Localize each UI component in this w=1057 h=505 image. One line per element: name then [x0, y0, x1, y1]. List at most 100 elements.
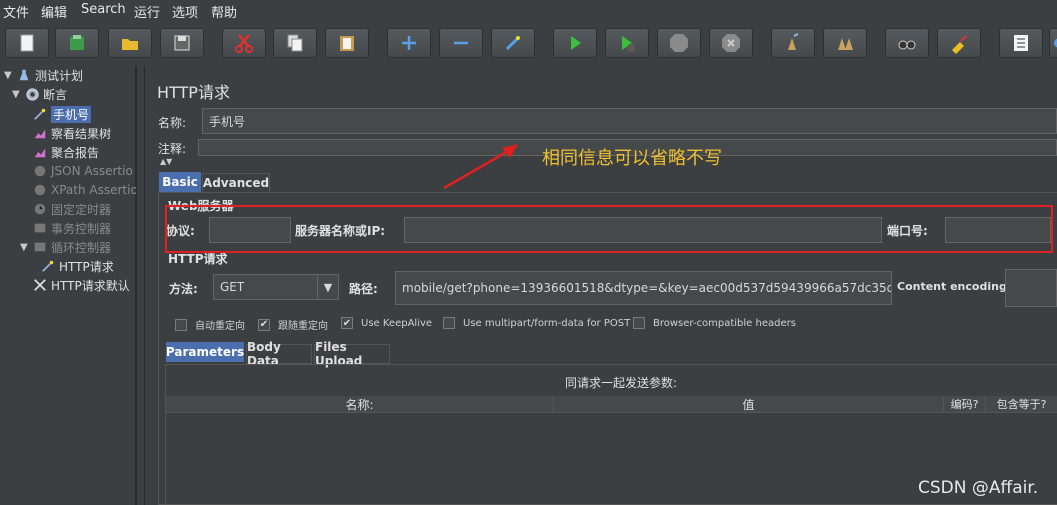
comment-label: 注释: — [158, 142, 187, 156]
tab-advanced[interactable]: Advanced — [202, 173, 270, 193]
stop-icon — [670, 34, 688, 52]
reset-search-icon — [952, 35, 967, 54]
tree-item-label: 察看结果树 — [51, 126, 112, 141]
name-input[interactable]: 手机号 — [202, 108, 1057, 134]
encoding-input[interactable] — [1005, 269, 1057, 307]
menu-edit[interactable]: 编辑 — [41, 2, 67, 21]
new-icon — [20, 34, 34, 52]
test-plan-tree: ▼ 测试计划 ▼ 断言 手机号 察看结果树 聚合报告 JSON Assertio… — [0, 66, 138, 505]
column-header-value[interactable]: 值 — [554, 396, 944, 412]
tab-files-upload[interactable]: Files Upload — [314, 340, 390, 368]
tree-item-test-plan[interactable]: 测试计划 — [16, 66, 83, 84]
menu-help[interactable]: 帮助 — [211, 2, 237, 21]
params-caption: 同请求一起发送参数: — [564, 376, 678, 390]
path-input[interactable]: mobile/get?phone=13936601518&dtype=&key=… — [395, 271, 892, 305]
collapse-icon — [454, 41, 468, 45]
menu-file[interactable]: 文件 — [3, 2, 29, 21]
check-icon: ✔ — [258, 318, 270, 331]
function-helper-button[interactable] — [999, 28, 1043, 58]
highlight-box — [165, 205, 1053, 253]
expand-arrow-icon[interactable]: ▼ — [20, 242, 28, 253]
tree-item-transaction-controller[interactable]: 事务控制器 — [32, 219, 111, 237]
config-icon — [32, 277, 48, 293]
clear-all-button[interactable] — [823, 28, 867, 58]
method-label: 方法: — [169, 282, 198, 296]
page-title: HTTP请求 — [157, 83, 230, 102]
auto-redirect-checkbox[interactable]: 自动重定向 — [175, 317, 245, 332]
assertion-icon — [32, 182, 48, 198]
checkbox-box — [175, 318, 187, 331]
templates-button[interactable] — [55, 28, 99, 58]
start-no-pause-button[interactable] — [605, 28, 649, 58]
clear-button[interactable] — [771, 28, 815, 58]
listener-icon — [32, 144, 48, 160]
listener-icon — [32, 125, 48, 141]
tree-item-label: 测试计划 — [35, 68, 84, 83]
tab-basic[interactable]: Basic — [159, 172, 201, 192]
keepalive-checkbox[interactable]: ✔ Use KeepAlive — [341, 317, 432, 329]
tab-body-data[interactable]: Body Data — [246, 340, 312, 368]
tree-item-label: 固定定时器 — [51, 202, 112, 217]
checkbox-box — [443, 317, 455, 329]
shutdown-icon — [722, 34, 740, 52]
new-button[interactable] — [5, 28, 49, 58]
panel-splitter[interactable] — [136, 66, 145, 505]
reset-search-button[interactable] — [937, 28, 981, 58]
tree-item-label: 手机号 — [51, 105, 92, 123]
tree-item-label: 事务控制器 — [51, 221, 112, 236]
column-header-encode[interactable]: 编码? — [944, 396, 986, 412]
collapse-button[interactable] — [439, 28, 483, 58]
tree-item-aggregate-report[interactable]: 聚合报告 — [32, 143, 99, 161]
annotation-text: 相同信息可以省略不写 — [542, 148, 722, 169]
tree-item-mobile-sampler[interactable]: 手机号 — [32, 105, 92, 123]
tree-item-xpath-assertion[interactable]: XPath Assertio — [32, 181, 138, 199]
tree-item-constant-timer[interactable]: 固定定时器 — [32, 200, 111, 218]
stop-button[interactable] — [657, 28, 701, 58]
menu-run[interactable]: 运行 — [134, 2, 160, 21]
tree-item-label: 循环控制器 — [51, 240, 112, 255]
tree-item-label: 断言 — [43, 87, 68, 102]
expand-arrow-icon[interactable]: ▼ — [4, 70, 12, 81]
save-button[interactable] — [160, 28, 204, 58]
menubar: 文件 编辑 Search 运行 选项 帮助 — [0, 0, 1057, 21]
browser-headers-checkbox[interactable]: Browser-compatible headers — [633, 317, 796, 329]
help-button[interactable] — [1049, 28, 1057, 58]
tree-item-label: HTTP请求默认 — [51, 278, 130, 293]
expand-icon — [402, 36, 416, 50]
search-button[interactable] — [885, 28, 929, 58]
collapse-arrows-icon[interactable]: ▲▼ — [160, 157, 172, 166]
tab-parameters[interactable]: Parameters — [166, 342, 244, 362]
tree-item-view-results[interactable]: 察看结果树 — [32, 124, 111, 142]
start-button[interactable] — [553, 28, 597, 58]
annotation-arrow-icon — [443, 144, 518, 190]
name-label: 名称: — [158, 116, 187, 130]
menu-options[interactable]: 选项 — [172, 2, 198, 21]
copy-button[interactable] — [273, 28, 317, 58]
tree-item-json-assertion[interactable]: JSON Assertio — [32, 162, 133, 180]
test-plan-icon — [16, 67, 32, 83]
column-header-include-equals[interactable]: 包含等于? — [986, 396, 1057, 412]
toggle-button[interactable] — [491, 28, 535, 58]
templates-icon — [70, 35, 84, 50]
start-icon — [571, 36, 581, 50]
multipart-checkbox[interactable]: Use multipart/form-data for POST — [443, 317, 630, 329]
cut-button[interactable] — [222, 28, 266, 58]
thread-group-icon — [24, 86, 40, 102]
expand-arrow-icon[interactable]: ▼ — [12, 89, 20, 100]
menu-search[interactable]: Search — [81, 2, 126, 17]
tree-item-label: XPath Assertio — [51, 183, 138, 197]
save-icon — [174, 35, 190, 51]
tree-item-http-request[interactable]: HTTP请求 — [40, 257, 114, 275]
open-button[interactable] — [108, 28, 152, 58]
tree-item-http-defaults[interactable]: HTTP请求默认 — [32, 276, 130, 294]
tree-item-thread-group[interactable]: 断言 — [24, 85, 67, 103]
paste-button[interactable] — [325, 28, 369, 58]
expand-button[interactable] — [387, 28, 431, 58]
method-select[interactable]: GET ▼ — [213, 274, 339, 300]
follow-redirect-checkbox[interactable]: ✔ 跟随重定向 — [258, 317, 328, 332]
tree-item-loop-controller[interactable]: 循环控制器 — [32, 238, 111, 256]
shutdown-button[interactable] — [709, 28, 753, 58]
column-header-name[interactable]: 名称: — [166, 396, 554, 412]
params-table-header: 名称: 值 编码? 包含等于? — [166, 396, 1057, 413]
watermark: CSDN @Affair. — [918, 478, 1039, 498]
